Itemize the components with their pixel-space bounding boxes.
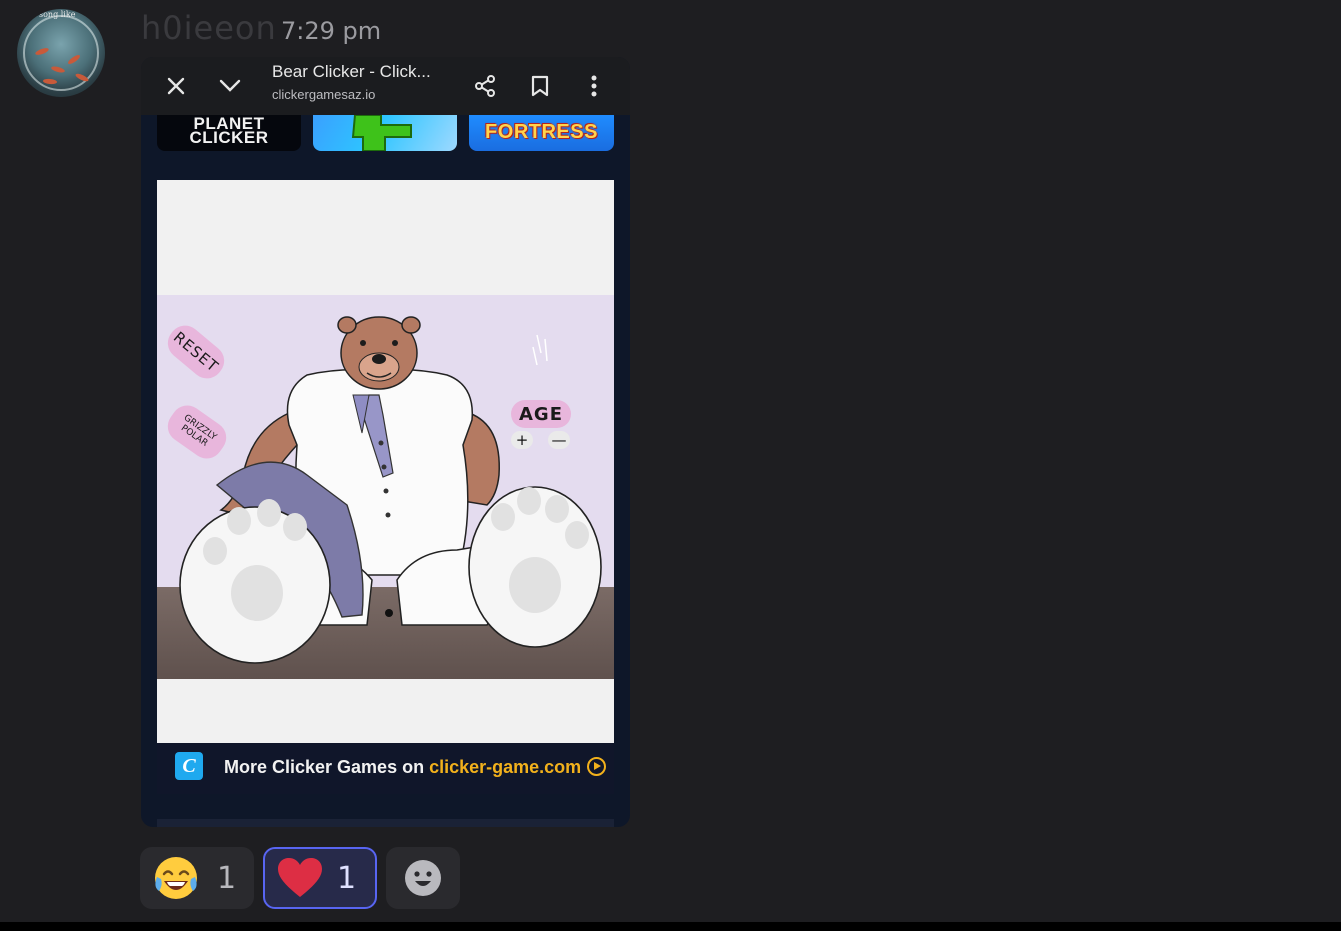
page-title: Bear Clicker - Click...	[272, 62, 431, 81]
bear-character[interactable]	[157, 295, 614, 679]
blocks-art	[351, 115, 412, 151]
add-reaction-button[interactable]	[386, 847, 460, 909]
reaction-laughing[interactable]: 1	[140, 847, 254, 909]
message-author[interactable]: h0ieeon	[141, 9, 277, 47]
screenshot-attachment[interactable]: Bear Clicker - Click... clickergamesaz.i…	[141, 57, 630, 827]
age-text: AGE	[518, 403, 563, 425]
bear-clicker-game[interactable]: RESET GRIZZLY POLAR AGE + —	[157, 295, 614, 679]
share-icon[interactable]	[468, 69, 502, 103]
game-frame: RESET GRIZZLY POLAR AGE + —	[157, 180, 614, 743]
chevron-down-icon[interactable]	[213, 69, 247, 103]
clicker-game-logo: C	[175, 752, 203, 780]
heart-emoji-icon	[278, 858, 322, 897]
promo-banner[interactable]: C More Clicker Games on clicker-game.com	[157, 743, 614, 794]
add-reaction-icon	[405, 860, 441, 896]
promo-prefix: More Clicker Games on	[224, 757, 430, 777]
age-label: AGE	[511, 400, 571, 428]
close-icon[interactable]	[159, 69, 193, 103]
age-plus-button[interactable]: +	[511, 431, 533, 449]
promo-text: More Clicker Games on clicker-game.com	[224, 757, 607, 778]
thumbnail-blocks-game[interactable]	[313, 115, 457, 151]
thumbnail-planet-clicker[interactable]: PLANET CLICKER	[157, 115, 301, 151]
reaction-count: 1	[337, 860, 357, 896]
bookmark-icon[interactable]	[523, 69, 557, 103]
page-footer-strip	[157, 819, 614, 827]
age-minus-button[interactable]: —	[548, 431, 570, 449]
thumbnail-fortress[interactable]: FORTRESS	[469, 115, 614, 151]
avatar-caption: song like	[39, 10, 76, 19]
bottom-edge	[0, 922, 1341, 931]
more-vert-icon[interactable]	[577, 69, 611, 103]
message-timestamp: 7:29 pm	[281, 17, 382, 45]
reaction-count: 1	[217, 860, 237, 896]
laughing-emoji-icon	[155, 857, 197, 899]
page-url: clickergamesaz.io	[272, 87, 376, 102]
play-circle-icon	[587, 757, 607, 776]
thumbnail-label: CLICKER	[189, 128, 269, 147]
browser-toolbar: Bear Clicker - Click... clickergamesaz.i…	[141, 57, 630, 115]
avatar[interactable]: song like	[17, 9, 105, 97]
promo-link[interactable]: clicker-game.com	[429, 757, 581, 777]
reaction-heart[interactable]: 1	[263, 847, 377, 909]
thumbnail-label: FORTRESS	[485, 121, 598, 143]
